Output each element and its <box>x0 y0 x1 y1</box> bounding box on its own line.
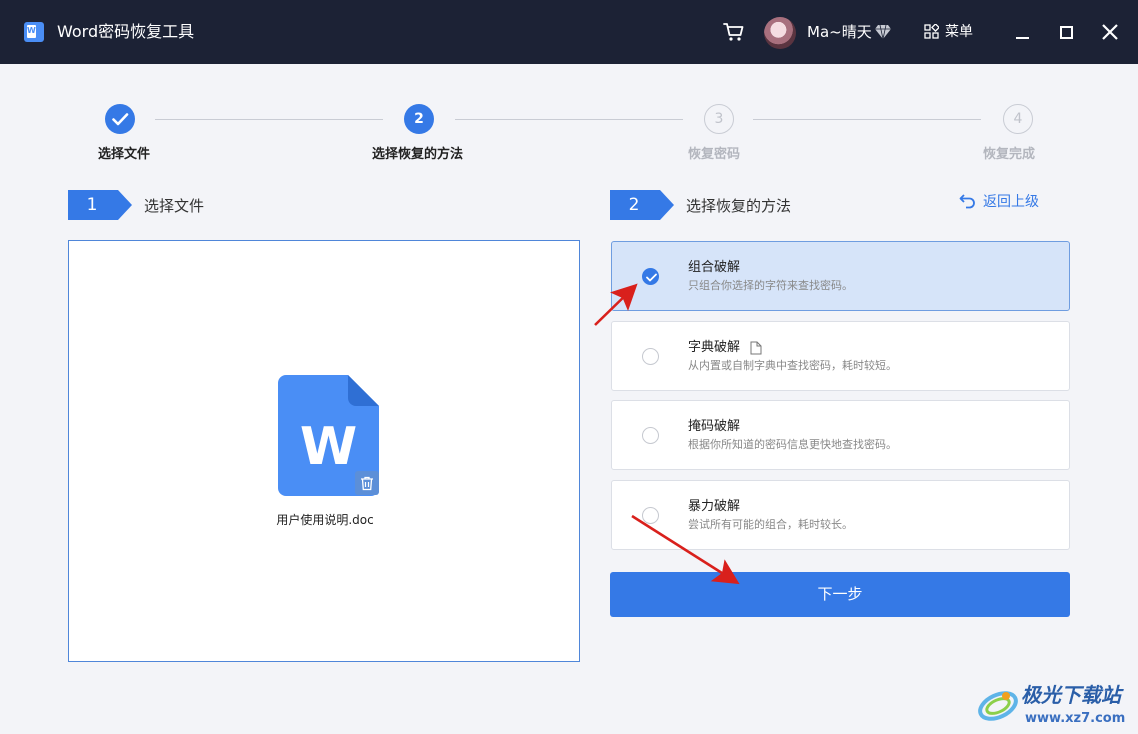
section-title-select-file: 选择文件 <box>144 197 205 215</box>
watermark-url: www.xz7.com <box>1025 711 1126 726</box>
method-description: 从内置或自制字典中查找密码，耗时较短。 <box>688 359 897 372</box>
method-name: 暴力破解 <box>688 499 741 514</box>
section-number: 2 <box>628 195 640 215</box>
step-1-check-icon <box>105 104 135 134</box>
method-option-combination[interactable]: 组合破解 只组合你选择的字符来查找密码。 <box>611 241 1070 311</box>
next-step-button[interactable]: 下一步 <box>610 572 1070 617</box>
delete-file-button[interactable] <box>355 471 379 495</box>
progress-stepper: 2 3 4 选择文件 选择恢复的方法 恢复密码 恢复完成 <box>0 100 1138 170</box>
dictionary-file-icon[interactable] <box>750 341 762 355</box>
radio-icon[interactable] <box>642 507 659 524</box>
method-description: 尝试所有可能的组合，耗时较长。 <box>688 518 853 531</box>
back-button[interactable]: 返回上级 <box>959 190 1039 212</box>
section-badge-select-method: 2 <box>610 190 674 220</box>
method-option-dictionary[interactable]: 字典破解 从内置或自制字典中查找密码，耗时较短。 <box>611 321 1070 391</box>
radio-icon[interactable] <box>642 348 659 365</box>
watermark-logo-icon <box>978 691 1018 721</box>
radio-checked-icon[interactable] <box>642 268 659 285</box>
section-badge-select-file: 1 <box>68 190 132 220</box>
grid-menu-icon[interactable] <box>924 24 939 39</box>
file-drop-panel[interactable]: W 用户使用说明.doc <box>68 240 580 662</box>
menu-button-label[interactable]: 菜单 <box>945 21 973 43</box>
avatar[interactable] <box>764 17 796 49</box>
trash-icon <box>361 476 373 490</box>
close-icon[interactable] <box>1098 20 1122 44</box>
method-option-brute-force[interactable]: 暴力破解 尝试所有可能的组合，耗时较长。 <box>611 480 1070 550</box>
method-description: 只组合你选择的字符来查找密码。 <box>688 279 853 292</box>
step-1-label: 选择文件 <box>98 147 151 162</box>
title-bar: Word密码恢复工具 Ma~晴天 菜单 <box>0 0 1138 64</box>
step-2-number: 2 <box>404 104 434 134</box>
step-3-number: 3 <box>704 104 734 134</box>
method-description: 根据你所知道的密码信息更快地查找密码。 <box>688 438 897 451</box>
back-button-label: 返回上级 <box>983 194 1039 210</box>
method-name: 组合破解 <box>688 260 741 275</box>
cart-icon[interactable] <box>722 21 746 43</box>
step-3-label: 恢复密码 <box>688 147 741 162</box>
method-name: 字典破解 <box>688 340 741 355</box>
maximize-icon[interactable] <box>1054 20 1078 44</box>
method-name: 掩码破解 <box>688 419 741 434</box>
username[interactable]: Ma~晴天 <box>807 21 872 43</box>
step-2-label: 选择恢复的方法 <box>372 147 464 162</box>
app-logo-icon <box>24 22 44 42</box>
file-name: 用户使用说明.doc <box>276 513 374 527</box>
undo-arrow-icon <box>959 194 975 209</box>
step-4-label: 恢复完成 <box>983 147 1036 162</box>
step-connector <box>155 119 383 120</box>
step-connector <box>455 119 683 120</box>
minimize-icon[interactable] <box>1010 20 1034 44</box>
radio-icon[interactable] <box>642 427 659 444</box>
diamond-vip-icon[interactable] <box>874 24 892 40</box>
watermark-name: 极光下载站 <box>1021 683 1121 707</box>
method-option-mask[interactable]: 掩码破解 根据你所知道的密码信息更快地查找密码。 <box>611 400 1070 470</box>
word-letter: W <box>299 417 358 477</box>
section-number: 1 <box>86 195 98 215</box>
app-title: Word密码恢复工具 <box>57 22 195 41</box>
section-title-select-method: 选择恢复的方法 <box>686 197 792 215</box>
step-4-number: 4 <box>1003 104 1033 134</box>
step-connector <box>753 119 981 120</box>
